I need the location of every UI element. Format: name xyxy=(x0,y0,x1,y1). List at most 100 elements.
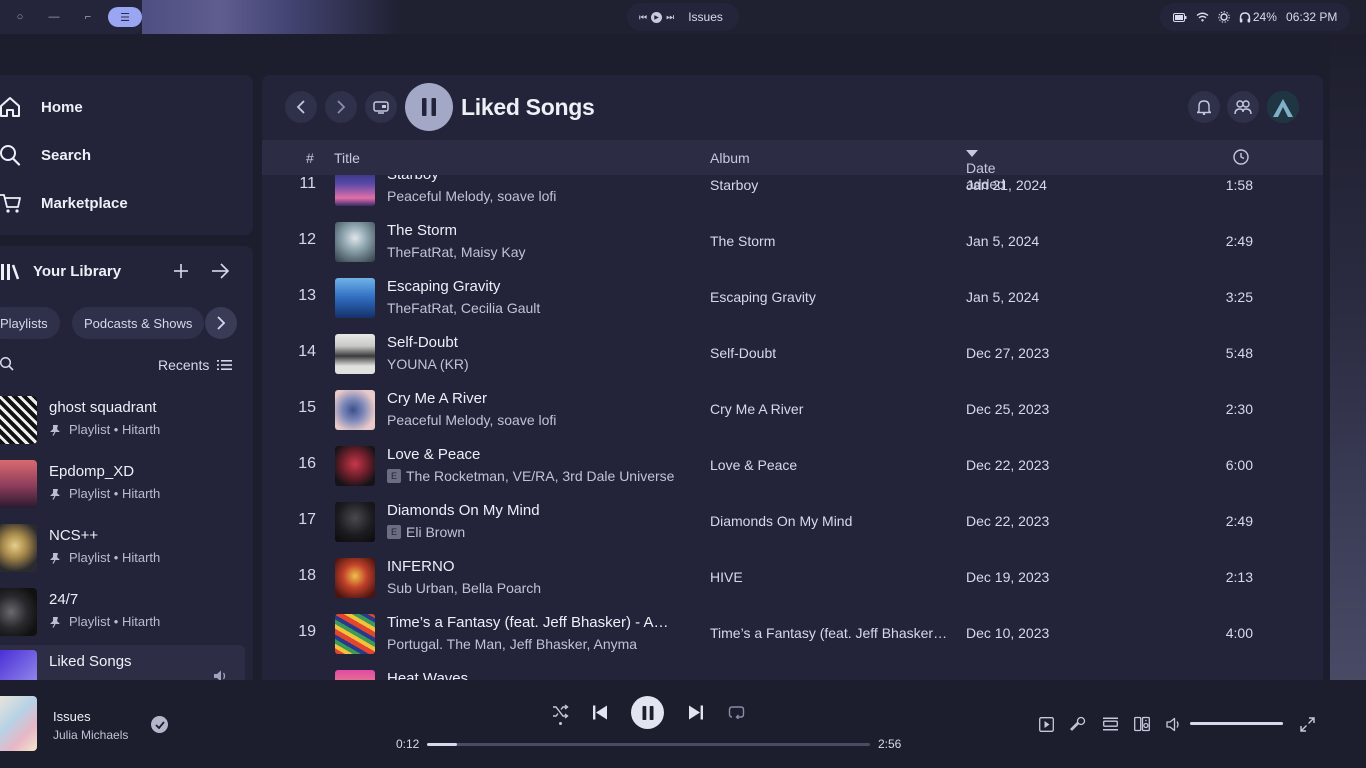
notifications-button[interactable] xyxy=(1188,91,1220,123)
nav-search[interactable]: Search xyxy=(0,140,91,170)
now-playing-cover[interactable] xyxy=(0,696,37,751)
track-row[interactable]: 11 Starboy Peaceful Melody, soave lofi S… xyxy=(262,175,1323,214)
now-playing-title[interactable]: Issues xyxy=(53,709,91,724)
device-button[interactable] xyxy=(365,91,397,123)
now-playing-artist[interactable]: Julia Michaels xyxy=(53,728,128,742)
track-title[interactable]: Love & Peace xyxy=(387,446,687,463)
track-title[interactable]: INFERNO xyxy=(387,558,687,575)
track-artists[interactable]: Portugal. The Man, Jeff Bhasker, Anyma xyxy=(387,636,637,652)
track-title[interactable]: Heat Waves xyxy=(387,670,687,680)
media-widget[interactable]: ⏮ ▶ ⏭ Issues xyxy=(627,3,739,31)
track-title[interactable]: Diamonds On My Mind xyxy=(387,502,687,519)
headphones-battery[interactable]: 24% xyxy=(1239,10,1277,24)
column-date-added[interactable]: Date added xyxy=(966,150,1005,192)
wifi-icon[interactable] xyxy=(1196,12,1209,22)
progress-bar[interactable] xyxy=(427,743,870,746)
library-item-ghost-squadrant[interactable]: ghost squadrant Playlist • Hitarth xyxy=(0,391,245,449)
workspace-3[interactable]: ⌐ xyxy=(74,7,102,27)
track-row[interactable]: 19 Time’s a Fantasy (feat. Jeff Bhasker)… xyxy=(262,606,1323,662)
track-row[interactable]: 17 Diamonds On My Mind E Eli Brown Diamon… xyxy=(262,494,1323,550)
filter-chip-playlists[interactable]: Playlists xyxy=(0,307,60,339)
track-artists[interactable]: TheFatRat, Cecilia Gault xyxy=(387,300,540,316)
track-row[interactable]: 18 INFERNO Sub Urban, Bella Poarch HIVE … xyxy=(262,550,1323,606)
track-album[interactable]: Cry Me A River xyxy=(710,401,950,417)
forward-button[interactable] xyxy=(325,91,357,123)
track-title[interactable]: Escaping Gravity xyxy=(387,278,687,295)
workspace-4-active[interactable]: ☰ xyxy=(108,7,142,27)
avatar[interactable] xyxy=(1267,91,1299,123)
track-title[interactable]: Cry Me A River xyxy=(387,390,687,407)
track-row[interactable]: 16 Love & Peace E The Rocketman, VE/RA, 3… xyxy=(262,438,1323,494)
tracklist-header: # Title Album Date added xyxy=(262,140,1323,192)
lyrics-button[interactable] xyxy=(1070,716,1086,732)
track-row[interactable]: 15 Cry Me A River Peaceful Melody, soave… xyxy=(262,382,1323,438)
track-number: 17 xyxy=(298,511,316,528)
connect-device-button[interactable] xyxy=(1134,716,1150,732)
shuffle-button[interactable] xyxy=(551,703,569,725)
library-search-icon[interactable] xyxy=(0,357,14,371)
next-button[interactable] xyxy=(688,704,704,720)
track-album[interactable]: Diamonds On My Mind xyxy=(710,513,950,529)
track-artists[interactable]: Peaceful Melody, soave lofi xyxy=(387,188,556,204)
filter-chip-podcasts[interactable]: Podcasts & Shows xyxy=(72,307,205,339)
track-artists[interactable]: E Eli Brown xyxy=(387,524,465,540)
repeat-button[interactable] xyxy=(727,704,745,720)
saved-to-library-button[interactable] xyxy=(151,716,168,733)
library-item-liked-songs[interactable]: Liked Songs xyxy=(0,645,245,680)
track-artists[interactable]: E The Rocketman, VE/RA, 3rd Dale Universe xyxy=(387,468,674,484)
track-row[interactable]: 12 The Storm TheFatRat, Maisy Kay The St… xyxy=(262,214,1323,270)
library-item-ncs[interactable]: NCS++ Playlist • Hitarth xyxy=(0,519,245,577)
fullscreen-button[interactable] xyxy=(1299,716,1315,732)
track-date-added: Dec 19, 2023 xyxy=(966,569,1050,585)
media-next-icon[interactable]: ⏭ xyxy=(666,12,674,23)
previous-button[interactable] xyxy=(592,704,608,720)
track-album[interactable]: Starboy xyxy=(710,177,950,193)
battery-icon[interactable] xyxy=(1172,12,1187,22)
workspace-2[interactable]: — xyxy=(40,7,68,27)
track-title[interactable]: Self-Doubt xyxy=(387,334,687,351)
track-row[interactable]: Heat Waves xyxy=(262,662,1323,680)
play-pause-button[interactable] xyxy=(631,696,664,729)
library-icon[interactable] xyxy=(0,262,20,282)
track-artists[interactable]: YOUNA (KR) xyxy=(387,356,469,372)
now-playing-view-button[interactable] xyxy=(1038,716,1054,732)
library-title[interactable]: Your Library xyxy=(33,263,121,280)
track-album[interactable]: Escaping Gravity xyxy=(710,289,950,305)
friend-activity-button[interactable] xyxy=(1227,91,1259,123)
media-play-icon[interactable]: ▶ xyxy=(651,11,663,23)
library-item-24-7[interactable]: 24/7 Playlist • Hitarth xyxy=(0,583,245,641)
playlist-pause-button[interactable] xyxy=(405,83,453,131)
track-title[interactable]: The Storm xyxy=(387,222,687,239)
mute-button[interactable] xyxy=(1166,716,1182,732)
column-album[interactable]: Album xyxy=(710,150,750,166)
track-title[interactable]: Starboy xyxy=(387,175,687,183)
add-playlist-icon[interactable] xyxy=(172,262,190,280)
track-album[interactable]: The Storm xyxy=(710,233,950,249)
track-album[interactable]: Love & Peace xyxy=(710,457,950,473)
column-duration[interactable] xyxy=(1233,149,1249,165)
clock[interactable]: 06:32 PM xyxy=(1286,10,1337,24)
nav-marketplace[interactable]: Marketplace xyxy=(0,188,128,218)
track-artists[interactable]: TheFatRat, Maisy Kay xyxy=(387,244,526,260)
volume-slider[interactable] xyxy=(1190,722,1283,725)
expand-library-icon[interactable] xyxy=(211,262,230,280)
track-album[interactable]: Self-Doubt xyxy=(710,345,950,361)
track-artists[interactable]: Sub Urban, Bella Poarch xyxy=(387,580,541,596)
track-album[interactable]: Time’s a Fantasy (feat. Jeff Bhasker) … xyxy=(710,625,950,641)
track-row[interactable]: 13 Escaping Gravity TheFatRat, Cecilia G… xyxy=(262,270,1323,326)
nav-home[interactable]: Home xyxy=(0,92,83,122)
track-album[interactable]: HIVE xyxy=(710,569,950,585)
chips-scroll-right-icon[interactable] xyxy=(205,307,237,339)
track-title[interactable]: Time’s a Fantasy (feat. Jeff Bhasker) - … xyxy=(387,614,687,631)
brightness-icon[interactable] xyxy=(1218,11,1230,23)
library-item-epdomp-xd[interactable]: Epdomp_XD Playlist • Hitarth xyxy=(0,455,245,513)
media-prev-icon[interactable]: ⏮ xyxy=(639,12,647,23)
track-row[interactable]: 14 Self-Doubt YOUNA (KR) Self-Doubt Dec … xyxy=(262,326,1323,382)
workspace-1[interactable]: ○ xyxy=(6,7,34,27)
queue-button[interactable] xyxy=(1102,716,1118,732)
column-title[interactable]: Title xyxy=(334,150,360,166)
library-sort[interactable]: Recents xyxy=(158,357,233,373)
home-icon xyxy=(0,96,21,118)
track-artists[interactable]: Peaceful Melody, soave lofi xyxy=(387,412,556,428)
back-button[interactable] xyxy=(285,91,317,123)
